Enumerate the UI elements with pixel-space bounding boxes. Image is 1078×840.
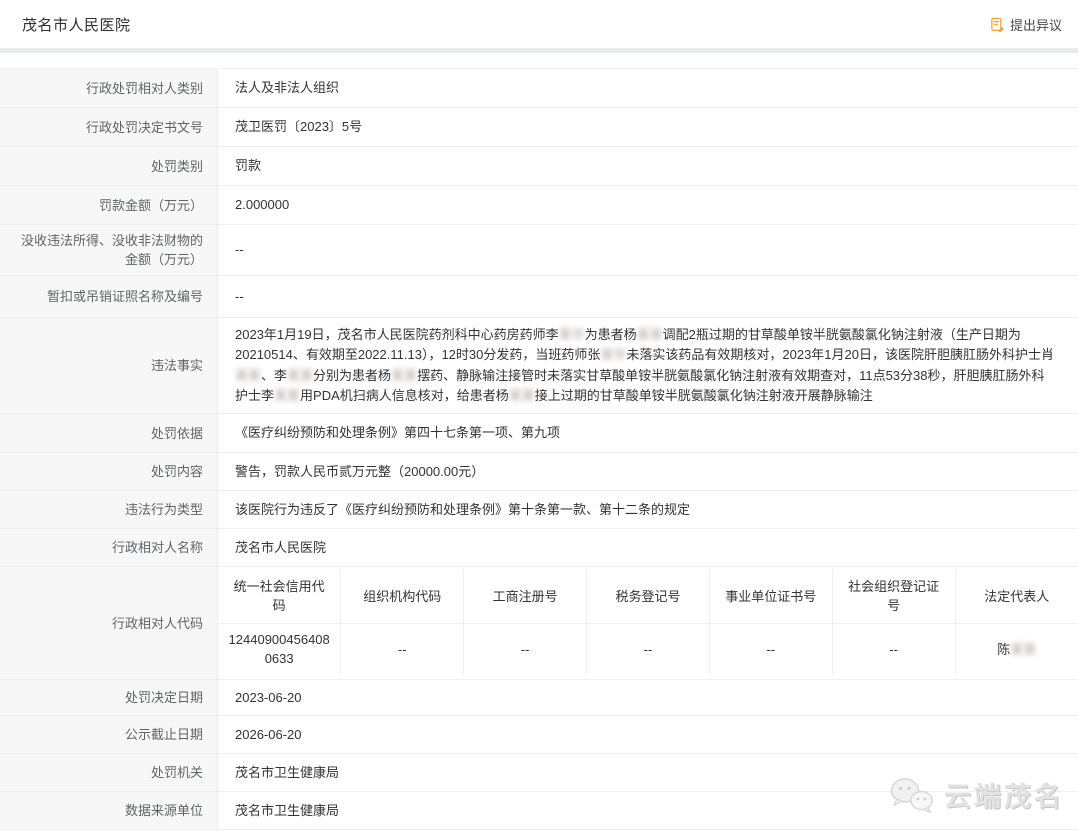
party-code-table: 统一社会信用代码 组织机构代码 工商注册号 税务登记号 事业单位证书号 社会组织…: [218, 570, 1078, 675]
table-row: 行政相对人名称 茂名市人民医院: [0, 529, 1078, 567]
row-label-publicity-end-date: 公示截止日期: [0, 716, 218, 753]
row-value-confiscation-amount: --: [218, 225, 1078, 275]
cell-org-code: --: [341, 623, 464, 675]
row-label-penalty-basis: 处罚依据: [0, 414, 218, 452]
col-header-org-code: 组织机构代码: [341, 570, 464, 623]
table-row: 违法行为类型 该医院行为违反了《医疗纠纷预防和处理条例》第十条第一款、第十二条的…: [0, 491, 1078, 529]
raise-objection-button[interactable]: 提出异议: [990, 15, 1062, 34]
row-value-illegal-facts: 2023年1月19日，茂名市人民医院药剂科中心药房药师李某华为患者杨某某调配2瓶…: [218, 318, 1078, 413]
table-row: 行政相对人代码 统一社会信用代码 组织机构代码 工商注册号 税务登记号 事业单位…: [0, 567, 1078, 680]
party-code-header-row: 统一社会信用代码 组织机构代码 工商注册号 税务登记号 事业单位证书号 社会组织…: [218, 570, 1078, 623]
row-label-party-name: 行政相对人名称: [0, 529, 218, 566]
row-value-party-name: 茂名市人民医院: [218, 529, 1078, 566]
penalty-record-table: 行政处罚相对人类别 法人及非法人组织 行政处罚决定书文号 茂卫医罚〔2023〕5…: [0, 68, 1078, 830]
col-header-business-reg-no: 工商注册号: [464, 570, 587, 623]
party-code-value-row: 124409004564080633 -- -- -- -- -- 陈某某: [218, 623, 1078, 675]
row-label-penalty-category: 处罚类别: [0, 147, 218, 185]
row-value-party-code: 统一社会信用代码 组织机构代码 工商注册号 税务登记号 事业单位证书号 社会组织…: [218, 567, 1078, 679]
row-value-license-revocation: --: [218, 276, 1078, 317]
row-value-decision-date: 2023-06-20: [218, 680, 1078, 715]
table-row: 没收违法所得、没收非法财物的金额（万元） --: [0, 225, 1078, 276]
table-row: 暂扣或吊销证照名称及编号 --: [0, 276, 1078, 318]
table-row: 处罚依据 《医疗纠纷预防和处理条例》第四十七条第一项、第九项: [0, 414, 1078, 453]
cell-legal-rep: 陈某某: [955, 623, 1078, 675]
illegal-facts-text: 2023年1月19日，茂名市人民医院药剂科中心药房药师李某华为患者杨某某调配2瓶…: [235, 325, 1054, 407]
row-label-fine-amount: 罚款金额（万元）: [0, 186, 218, 224]
row-label-data-source: 数据来源单位: [0, 792, 218, 829]
top-bar: 茂名市人民医院 提出异议: [0, 0, 1078, 48]
table-row: 行政处罚决定书文号 茂卫医罚〔2023〕5号: [0, 108, 1078, 147]
row-value-penalty-content: 警告，罚款人民币贰万元整（20000.00元）: [218, 453, 1078, 490]
col-header-social-org-cert-no: 社会组织登记证号: [832, 570, 955, 623]
header-gap: [0, 53, 1078, 68]
col-header-legal-rep: 法定代表人: [955, 570, 1078, 623]
table-row: 处罚类别 罚款: [0, 147, 1078, 186]
table-row: 罚款金额（万元） 2.000000: [0, 186, 1078, 225]
row-label-violation-type: 违法行为类型: [0, 491, 218, 528]
row-label-illegal-facts: 违法事实: [0, 318, 218, 413]
row-label-confiscation-amount: 没收违法所得、没收非法财物的金额（万元）: [0, 225, 218, 275]
page-title: 茂名市人民医院: [22, 14, 131, 35]
row-label-party-code: 行政相对人代码: [0, 567, 218, 679]
table-row: 处罚机关 茂名市卫生健康局: [0, 754, 1078, 792]
row-value-decision-doc-no: 茂卫医罚〔2023〕5号: [218, 108, 1078, 146]
row-label-decision-date: 处罚决定日期: [0, 680, 218, 715]
objection-note-icon: [990, 17, 1005, 32]
table-row: 数据来源单位 茂名市卫生健康局: [0, 792, 1078, 830]
row-label-penalty-content: 处罚内容: [0, 453, 218, 490]
raise-objection-label: 提出异议: [1010, 15, 1062, 34]
row-label-penalty-authority: 处罚机关: [0, 754, 218, 791]
row-label-decision-doc-no: 行政处罚决定书文号: [0, 108, 218, 146]
col-header-institution-cert-no: 事业单位证书号: [709, 570, 832, 623]
cell-social-org-cert-no: --: [832, 623, 955, 675]
row-value-violation-type: 该医院行为违反了《医疗纠纷预防和处理条例》第十条第一款、第十二条的规定: [218, 491, 1078, 528]
table-row: 处罚内容 警告，罚款人民币贰万元整（20000.00元）: [0, 453, 1078, 491]
row-value-subject-type: 法人及非法人组织: [218, 69, 1078, 107]
row-value-penalty-authority: 茂名市卫生健康局: [218, 754, 1078, 791]
row-value-penalty-category: 罚款: [218, 147, 1078, 185]
row-value-publicity-end-date: 2026-06-20: [218, 716, 1078, 753]
row-label-license-revocation: 暂扣或吊销证照名称及编号: [0, 276, 218, 317]
row-value-penalty-basis: 《医疗纠纷预防和处理条例》第四十七条第一项、第九项: [218, 414, 1078, 452]
cell-credit-code: 124409004564080633: [218, 623, 341, 675]
table-row: 公示截止日期 2026-06-20: [0, 716, 1078, 754]
cell-institution-cert-no: --: [709, 623, 832, 675]
table-row: 违法事实 2023年1月19日，茂名市人民医院药剂科中心药房药师李某华为患者杨某…: [0, 318, 1078, 414]
table-row: 处罚决定日期 2023-06-20: [0, 680, 1078, 716]
row-label-subject-type: 行政处罚相对人类别: [0, 69, 218, 107]
cell-business-reg-no: --: [464, 623, 587, 675]
row-value-data-source: 茂名市卫生健康局: [218, 792, 1078, 829]
col-header-credit-code: 统一社会信用代码: [218, 570, 341, 623]
col-header-tax-reg-no: 税务登记号: [587, 570, 710, 623]
row-value-fine-amount: 2.000000: [218, 186, 1078, 224]
table-row: 行政处罚相对人类别 法人及非法人组织: [0, 69, 1078, 108]
cell-tax-reg-no: --: [587, 623, 710, 675]
